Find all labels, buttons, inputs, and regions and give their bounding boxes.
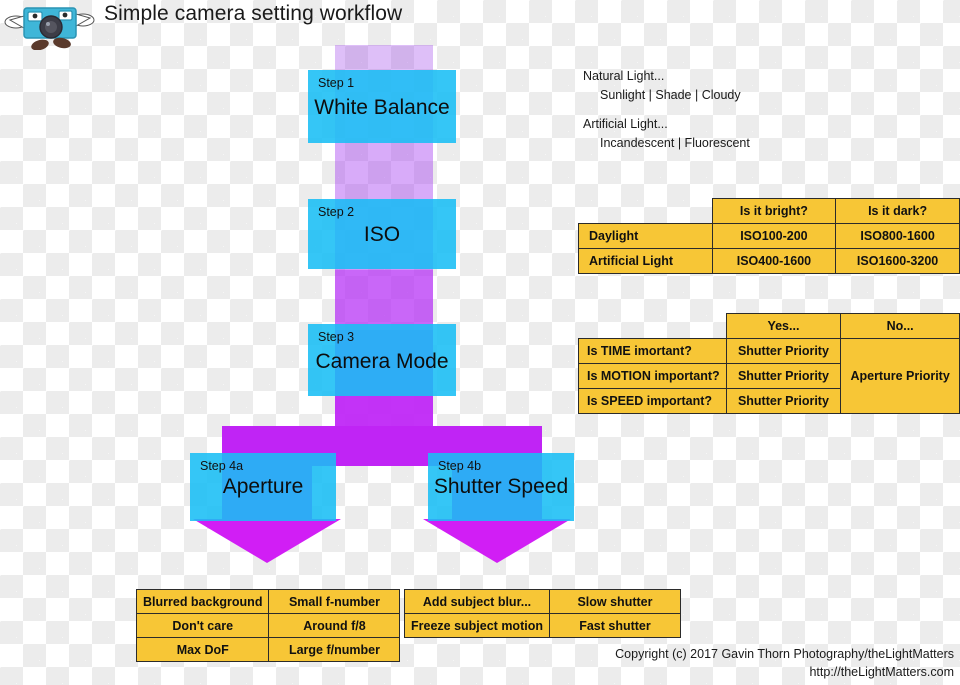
table-header-cell: Yes...: [725, 313, 842, 339]
table-cell: Large f/number: [268, 637, 401, 662]
table-cell: Shutter Priority: [725, 388, 842, 414]
table-row-header: Daylight: [578, 223, 713, 249]
table-row-header: Is MOTION important?: [578, 363, 727, 389]
table-cell-empty: [579, 314, 727, 339]
table-cell: Max DoF: [135, 637, 270, 662]
table-cell: Add subject blur...: [404, 589, 550, 614]
flow-arrow-left-head: [193, 519, 341, 563]
table-header-cell: Is it dark?: [835, 198, 960, 224]
table-cell: Freeze subject motion: [404, 613, 550, 638]
table-row: Artificial Light ISO400-1600 ISO1600-320…: [578, 248, 960, 274]
table-cell: ISO800-1600: [835, 223, 960, 249]
table-row: Max DoF Large f/number: [135, 637, 401, 662]
table-cell: Blurred background: [135, 589, 270, 614]
copyright-line: Copyright (c) 2017 Gavin Thorn Photograp…: [615, 646, 954, 661]
table-cell: ISO100-200: [711, 223, 837, 249]
table-row: Don't care Around f/8: [135, 613, 401, 638]
step-title: Shutter Speed: [433, 475, 569, 498]
table-row-header: Is TIME imortant?: [578, 338, 727, 364]
step-title: Camera Mode: [315, 350, 449, 373]
step-box-camera-mode[interactable]: Step 3 Camera Mode: [308, 324, 456, 396]
step-box-white-balance[interactable]: Step 1 White Balance: [308, 70, 456, 143]
iso-table: Is it bright? Is it dark? Daylight ISO10…: [578, 198, 960, 274]
artificial-light-label: Artificial Light...: [583, 116, 668, 131]
step-box-iso[interactable]: Step 2 ISO: [308, 199, 456, 269]
workflow-canvas: Simple camera setting workflow Step 1 Wh…: [0, 0, 960, 685]
step-box-aperture[interactable]: Step 4a Aperture: [190, 453, 336, 521]
table-row: Freeze subject motion Fast shutter: [404, 613, 681, 638]
table-cell: Shutter Priority: [725, 363, 842, 389]
natural-light-label: Natural Light...: [583, 69, 665, 83]
flow-spine-segment: [335, 270, 433, 330]
step-number: Step 4a: [200, 459, 244, 473]
table-cell: Shutter Priority: [725, 338, 842, 364]
table-row: Yes... No...: [579, 313, 960, 339]
website-url[interactable]: http://theLightMatters.com: [615, 663, 954, 681]
table-row: Blurred background Small f-number: [135, 589, 401, 614]
table-row-header: Is SPEED important?: [578, 388, 727, 414]
table-cell: Small f-number: [268, 589, 401, 614]
step-title: ISO: [363, 223, 401, 246]
table-row-header: Artificial Light: [578, 248, 713, 274]
table-cell: ISO400-1600: [711, 248, 837, 274]
flow-spine-segment: [335, 140, 433, 200]
flow-arrow-right-head: [423, 519, 571, 563]
camera-mascot-icon: [4, 7, 95, 50]
table-cell-empty: [579, 199, 713, 224]
table-cell: Around f/8: [268, 613, 401, 638]
table-cell: Fast shutter: [548, 613, 681, 638]
table-cell: Slow shutter: [548, 589, 681, 614]
table-header-cell: Is it bright?: [711, 198, 837, 224]
table-row: Is it bright? Is it dark?: [579, 198, 960, 224]
table-cell: Don't care: [135, 613, 270, 638]
table-row: Add subject blur... Slow shutter: [404, 589, 681, 614]
table-row: Is TIME imortant? Shutter Priority Apert…: [578, 338, 960, 414]
table-cell-merged: Aperture Priority: [840, 338, 960, 414]
step-number: Step 4b: [438, 459, 482, 473]
copyright-footer: Copyright (c) 2017 Gavin Thorn Photograp…: [615, 645, 954, 681]
step-number: Step 2: [318, 205, 355, 219]
table-cell: ISO1600-3200: [835, 248, 960, 274]
step-number: Step 1: [318, 76, 355, 90]
camera-mode-table: Yes... No... Is TIME imortant? Shutter P…: [578, 313, 960, 414]
table-header-cell: No...: [840, 313, 960, 339]
artificial-light-values: Incandescent | Fluorescent: [600, 136, 750, 151]
page-title: Simple camera setting workflow: [104, 2, 403, 25]
step-title: Aperture: [222, 475, 304, 498]
natural-light-values: Sunlight | Shade | Cloudy: [600, 88, 741, 103]
light-source-note: Natural Light... Sunlight | Shade | Clou…: [583, 67, 750, 154]
step-box-shutter-speed[interactable]: Step 4b Shutter Speed: [428, 453, 574, 521]
shutter-outcome-table: Add subject blur... Slow shutter Freeze …: [404, 589, 681, 638]
aperture-outcome-table: Blurred background Small f-number Don't …: [135, 589, 401, 662]
step-title: White Balance: [314, 96, 450, 119]
step-number: Step 3: [318, 330, 355, 344]
table-row: Daylight ISO100-200 ISO800-1600: [578, 223, 960, 249]
